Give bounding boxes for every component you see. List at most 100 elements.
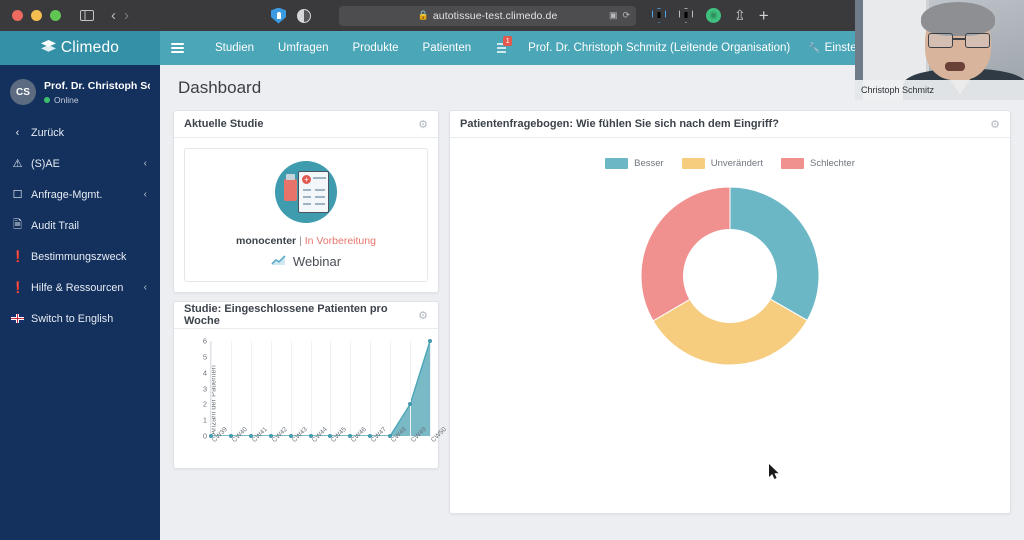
share-icon[interactable]: ⇫ [734, 7, 746, 24]
data-point[interactable] [328, 434, 333, 438]
info-circle-icon: ❗ [11, 251, 25, 263]
gridline [410, 341, 412, 436]
gear-icon[interactable]: ⚙ [990, 118, 1000, 131]
legend-label: Unverändert [710, 158, 763, 169]
lock-icon: 🔒 [417, 10, 429, 20]
back-arrow-icon[interactable]: ‹ [111, 7, 116, 24]
webinar-link[interactable]: Webinar [195, 254, 417, 269]
browser-navigation-arrows[interactable]: ‹ › [111, 7, 129, 24]
data-point[interactable] [388, 434, 393, 438]
gridline [211, 341, 212, 436]
data-point[interactable] [408, 402, 413, 407]
glasses-icon [928, 33, 990, 48]
legend-label: Schlechter [809, 158, 855, 169]
webcam-participant-name: Christoph Schmitz [861, 85, 935, 95]
brand-logo[interactable]: Climedo [0, 31, 160, 65]
card-header: Patientenfragebogen: Wie fühlen Sie sich… [450, 111, 1010, 138]
data-point[interactable] [308, 434, 313, 438]
data-point[interactable] [248, 434, 253, 438]
card-header: Aktuelle Studie ⚙ [174, 111, 438, 138]
sidebar-profile[interactable]: CS Prof. Dr. Christoph Schm Online [0, 65, 160, 117]
sidebar-item-label: Hilfe & Ressourcen [31, 281, 124, 294]
gridline [250, 341, 252, 436]
donut-chart [639, 185, 821, 367]
sidebar-item-zurueck[interactable]: ‹ Zurück [0, 117, 160, 148]
y-axis-tick: 3 [202, 383, 207, 393]
sidebar-item-bestimmungszweck[interactable]: ❗ Bestimmungszweck [0, 241, 160, 272]
gridline [230, 341, 232, 436]
wrench-icon: 🔧 [808, 42, 821, 54]
chevron-left-icon: ‹ [143, 189, 147, 200]
chart-line-icon [271, 254, 286, 269]
nav-user-name[interactable]: Prof. Dr. Christoph Schmitz (Leitende Or… [518, 42, 800, 54]
nav-item-patienten[interactable]: Patienten [411, 42, 484, 54]
webcam-name-bar: Christoph Schmitz [855, 80, 1024, 100]
nav-item-produkte[interactable]: Produkte [341, 42, 411, 54]
sidebar-toggle-icon[interactable] [77, 7, 97, 25]
chevron-left-icon: ‹ [143, 158, 147, 169]
shield-blue-icon[interactable] [652, 8, 666, 23]
card-title: Studie: Eingeschlossene Patienten pro Wo… [184, 303, 388, 327]
sidebar-user-name: Prof. Dr. Christoph Schm [44, 79, 150, 92]
data-point[interactable] [428, 339, 432, 343]
card-title: Aktuelle Studie [184, 118, 264, 130]
y-axis-tick: 6 [202, 336, 207, 346]
tasks-list-icon[interactable]: 1 [497, 36, 513, 53]
main-content: Dashboard Aktuelle Studie ⚙ + monocenter… [160, 65, 1024, 540]
study-separator: | [299, 235, 302, 247]
area-chart: Anzahl der Patienten CW39 CW40 CW41 CW42 CW4… [180, 337, 448, 462]
window-traffic-lights[interactable] [12, 10, 61, 21]
sidebar-item-audit-trail[interactable]: 🗎 Audit Trail [0, 210, 160, 241]
chevron-left-icon: ‹ [15, 126, 20, 139]
profile-avatar-icon[interactable]: ◉ [706, 8, 721, 23]
chart-plot-area: CW39 CW40 CW41 CW42 CW43 CW44 CW45 CW46 CW47 CW48… [203, 337, 448, 444]
forward-arrow-icon[interactable]: › [124, 7, 129, 24]
close-window-button[interactable] [12, 10, 23, 21]
sidebar-item-label: Audit Trail [31, 219, 80, 232]
legend-label: Besser [634, 158, 664, 169]
webcam-overlay: Christoph Schmitz [855, 0, 1024, 100]
data-point[interactable] [348, 434, 353, 438]
y-axis-tick: 2 [202, 399, 207, 409]
data-point[interactable] [368, 434, 373, 438]
sidebar-item-label: (S)AE [31, 157, 60, 170]
new-tab-icon[interactable]: + [759, 6, 769, 26]
sidebar-item-sae[interactable]: ⚠ (S)AE ‹ [0, 148, 160, 179]
study-tile[interactable]: + monocenter | In Vorbereitung Webinar [184, 148, 428, 282]
legend-item[interactable]: Besser [605, 158, 664, 169]
shield-grey-icon[interactable] [679, 8, 693, 23]
data-point[interactable] [228, 434, 233, 438]
address-bar[interactable]: 🔒 autotissue-test.climedo.de ▣ ⟳ [339, 5, 636, 26]
data-point[interactable] [209, 434, 213, 438]
aktuelle-studie-card: Aktuelle Studie ⚙ + monocenter | In Vorb… [173, 110, 439, 293]
minimize-window-button[interactable] [31, 10, 42, 21]
y-axis-tick: 4 [202, 367, 207, 377]
reader-view-icon[interactable] [297, 8, 311, 23]
info-circle-icon: ❗ [11, 282, 25, 294]
document-icon: 🗎 [13, 219, 22, 231]
data-point[interactable] [288, 434, 293, 438]
url-text: autotissue-test.climedo.de [432, 9, 558, 22]
gear-icon[interactable]: ⚙ [418, 118, 428, 131]
address-bar-actions[interactable]: ▣ ⟳ [609, 10, 630, 21]
sidebar-item-switch-to-english[interactable]: Switch to English [0, 303, 160, 334]
hamburger-menu-icon[interactable] [171, 42, 184, 54]
legend-item[interactable]: Unverändert [681, 158, 763, 169]
sidebar-item-anfrage-mgmt[interactable]: ☐ Anfrage-Mgmt. ‹ [0, 179, 160, 210]
legend-item[interactable]: Schlechter [780, 158, 855, 169]
online-status-dot-icon [44, 96, 50, 103]
sidebar-item-label: Anfrage-Mgmt. [31, 188, 103, 201]
reload-icon[interactable]: ⟳ [622, 10, 630, 21]
climedo-stack-logo-icon [40, 40, 56, 56]
maximize-window-button[interactable] [50, 10, 61, 21]
extension-icon[interactable] [271, 7, 286, 24]
study-name: monocenter [236, 235, 297, 247]
gear-icon[interactable]: ⚙ [418, 309, 428, 322]
gridline [290, 341, 292, 436]
translate-icon[interactable]: ▣ [609, 10, 618, 21]
data-point[interactable] [268, 434, 273, 438]
patientenfragebogen-card: Patientenfragebogen: Wie fühlen Sie sich… [449, 110, 1011, 514]
sidebar-item-hilfe-ressourcen[interactable]: ❗ Hilfe & Ressourcen ‹ [0, 272, 160, 303]
nav-item-studien[interactable]: Studien [203, 42, 266, 54]
nav-item-umfragen[interactable]: Umfragen [266, 42, 341, 54]
